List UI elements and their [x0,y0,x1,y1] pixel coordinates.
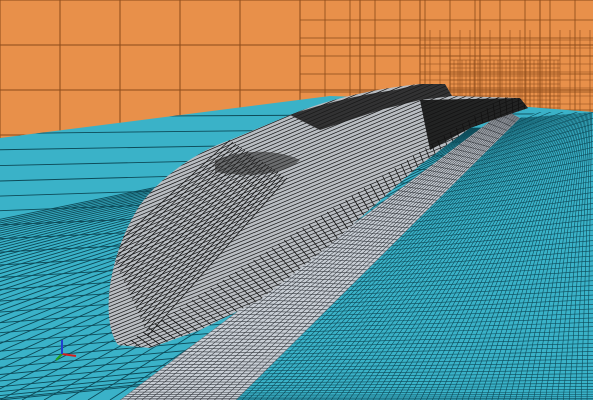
mesh-3d-viewport[interactable] [0,0,593,400]
cfd-mesh-scene[interactable] [0,0,593,400]
